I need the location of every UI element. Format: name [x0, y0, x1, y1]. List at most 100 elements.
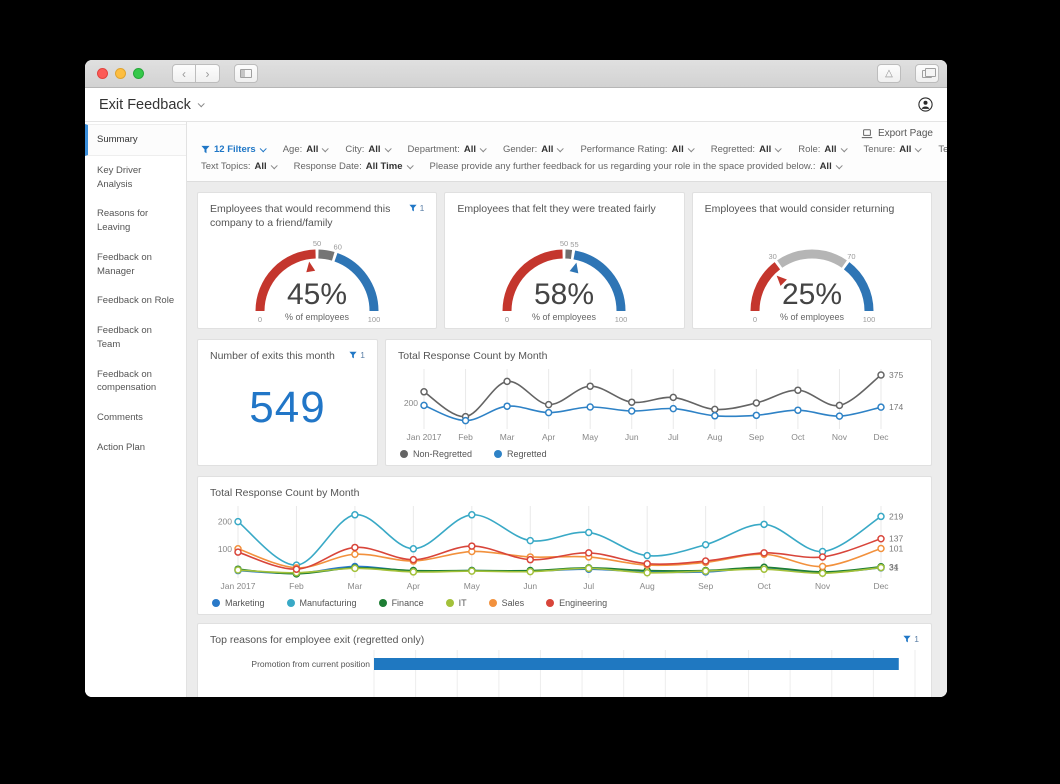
svg-text:Mar: Mar — [348, 581, 363, 591]
chevron-down-icon — [687, 145, 695, 153]
sidebar-item-feedback-on-compensation[interactable]: Feedback on compensation — [85, 360, 186, 404]
svg-text:60: 60 — [334, 242, 342, 251]
filter-performance-rating[interactable]: Performance Rating: All — [580, 144, 695, 155]
svg-text:Promotion from current positio: Promotion from current position — [251, 659, 370, 669]
legend-finance[interactable]: Finance — [378, 598, 424, 608]
line-chart: 200 Jan 2017 Feb Mar Apr May Jun Jul Aug Sep Oct No… — [390, 365, 927, 448]
export-page-button[interactable]: Export Page — [859, 126, 935, 141]
card-title: Total Response Count by Month — [210, 487, 360, 500]
svg-text:Apr: Apr — [542, 432, 555, 442]
svg-text:Jun: Jun — [523, 581, 537, 591]
legend-it[interactable]: IT — [445, 598, 467, 608]
chevron-down-icon — [259, 145, 267, 153]
svg-text:Jul: Jul — [668, 432, 679, 442]
svg-text:Aug: Aug — [640, 581, 655, 591]
legend-dot — [378, 599, 387, 608]
filter-text-sentiment[interactable]: Text Sentiment:All — [938, 144, 947, 155]
main-area: Export Page 12 Filters Age: All City: All — [187, 122, 947, 697]
filter-city[interactable]: City: All — [345, 144, 392, 155]
legend-regretted[interactable]: Regretted — [494, 449, 547, 459]
account-menu[interactable] — [918, 97, 933, 112]
svg-text:Dec: Dec — [873, 581, 889, 591]
sidebar-toggle-button[interactable] — [234, 64, 258, 83]
legend-engineering[interactable]: Engineering — [546, 598, 607, 608]
svg-text:Oct: Oct — [757, 581, 771, 591]
filter-badge[interactable]: 1 — [408, 202, 424, 213]
filter-regretted[interactable]: Regretted: All — [711, 144, 782, 155]
filter-tenure[interactable]: Tenure: All — [864, 144, 923, 155]
page-title: Exit Feedback — [99, 96, 191, 113]
svg-text:% of employees: % of employees — [780, 312, 845, 322]
legend-sales[interactable]: Sales — [488, 598, 524, 608]
line-chart: 100 200 Jan 2017 Feb Mar Apr May Jun Jul Aug Sep Oc… — [202, 502, 927, 597]
svg-text:Feb: Feb — [458, 432, 473, 442]
legend-non-regretted[interactable]: Non-Regretted — [400, 449, 472, 459]
legend-dot — [488, 599, 497, 608]
dashboard-content: Employees that would recommend this comp… — [187, 182, 947, 697]
filter-text-topics[interactable]: Text Topics: All — [201, 161, 278, 172]
svg-text:Mar: Mar — [500, 432, 515, 442]
filter-badge[interactable]: 1 — [349, 349, 365, 360]
sidebar-item-action-plan[interactable]: Action Plan — [85, 433, 186, 463]
chevron-down-icon — [774, 145, 782, 153]
svg-text:137: 137 — [889, 534, 903, 544]
chevron-down-icon — [270, 162, 278, 170]
sidebar-item-summary[interactable]: Summary — [85, 124, 186, 156]
traffic-lights — [97, 68, 144, 79]
forward-button[interactable]: › — [196, 64, 220, 83]
legend-dot — [212, 599, 220, 608]
svg-text:200: 200 — [404, 398, 418, 408]
svg-text:31: 31 — [889, 563, 899, 573]
sidebar-item-feedback-on-manager[interactable]: Feedback on Manager — [85, 243, 186, 287]
gauge-card-treated-fairly: Employees that felt they were treated fa… — [444, 192, 685, 329]
share-button[interactable]: △ — [877, 64, 901, 83]
card-title: Number of exits this month — [210, 350, 335, 362]
app-header: Exit Feedback — [85, 88, 947, 122]
user-icon — [918, 97, 933, 112]
svg-text:May: May — [464, 581, 481, 591]
svg-text:Oct: Oct — [791, 432, 805, 442]
legend-dot — [494, 450, 503, 459]
sidebar-item-reasons-for-leaving[interactable]: Reasons for Leaving — [85, 199, 186, 243]
legend-dot — [445, 599, 454, 608]
chevron-down-icon — [479, 145, 487, 153]
sidebar-nav: Summary Key Driver Analysis Reasons for … — [85, 122, 187, 697]
filters-summary-dropdown[interactable]: 12 Filters — [201, 144, 267, 155]
bar-chart: Promotion from current position — [202, 649, 927, 697]
svg-text:200: 200 — [218, 517, 232, 527]
svg-text:Jun: Jun — [625, 432, 639, 442]
filter-role[interactable]: Role: All — [798, 144, 848, 155]
legend-marketing[interactable]: Marketing — [212, 598, 265, 608]
filter-badge[interactable]: 1 — [903, 633, 919, 644]
filter-further-feedback[interactable]: Please provide any further feedback for … — [430, 161, 843, 172]
svg-text:50: 50 — [560, 239, 568, 248]
zoom-button[interactable] — [133, 68, 144, 79]
sidebar-item-key-driver-analysis[interactable]: Key Driver Analysis — [85, 156, 186, 200]
svg-text:101: 101 — [889, 544, 903, 554]
close-button[interactable] — [97, 68, 108, 79]
legend-dot — [546, 599, 555, 608]
filter-age[interactable]: Age: All — [283, 144, 330, 155]
minimize-button[interactable] — [115, 68, 126, 79]
gauge-chart: 0 30 70 100 25%% of employees — [706, 227, 918, 329]
sidebar-item-comments[interactable]: Comments — [85, 403, 186, 433]
sidebar-item-feedback-on-team[interactable]: Feedback on Team — [85, 316, 186, 360]
legend-dot — [400, 450, 408, 459]
filter-icon — [349, 351, 357, 359]
chevron-down-icon — [557, 145, 565, 153]
filter-department[interactable]: Department: All — [408, 144, 487, 155]
svg-text:174: 174 — [889, 402, 903, 412]
svg-text:Sep: Sep — [698, 581, 713, 591]
filter-gender[interactable]: Gender: All — [503, 144, 565, 155]
legend-manufacturing[interactable]: Manufacturing — [286, 598, 357, 608]
chevron-down-icon — [840, 145, 848, 153]
sidebar-item-feedback-on-role[interactable]: Feedback on Role — [85, 286, 186, 316]
svg-text:70: 70 — [847, 252, 855, 261]
filter-response-date[interactable]: Response Date: All Time — [294, 161, 414, 172]
card-title: Employees that would consider returning — [704, 203, 895, 215]
show-tabs-button[interactable] — [915, 64, 939, 83]
back-button[interactable]: ‹ — [172, 64, 196, 83]
share-icon: △ — [885, 67, 893, 79]
svg-text:30: 30 — [768, 252, 776, 261]
dashboard-switcher[interactable]: Exit Feedback — [99, 96, 205, 113]
